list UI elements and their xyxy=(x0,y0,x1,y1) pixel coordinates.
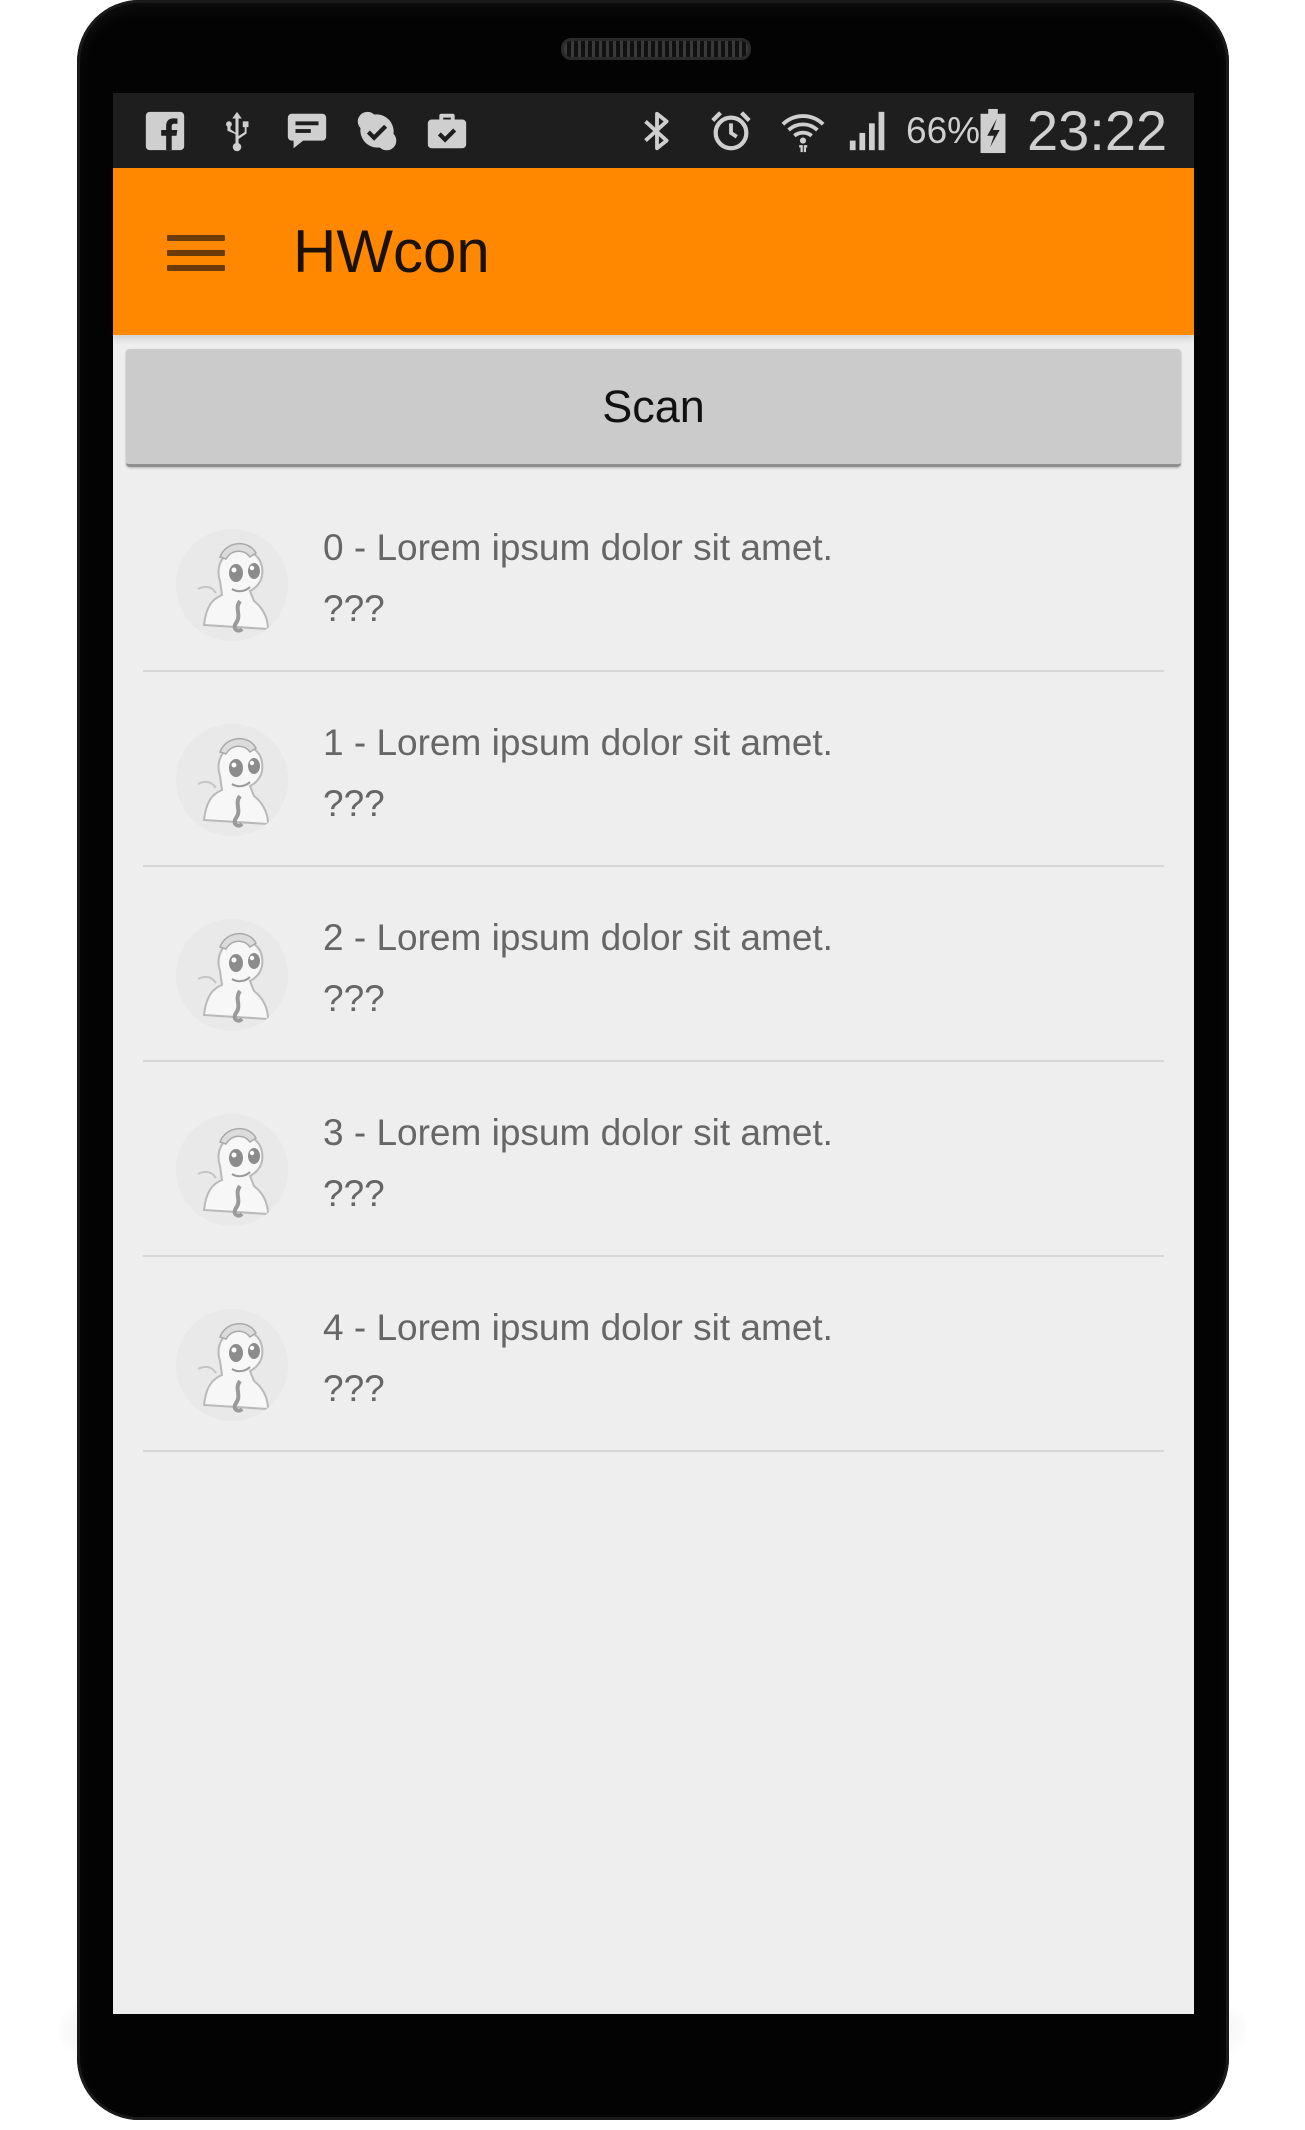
wifi-icon xyxy=(777,103,829,159)
scan-button[interactable]: Scan xyxy=(126,349,1181,467)
item-subtitle: ??? xyxy=(323,588,385,629)
app-bar: HWcon xyxy=(113,168,1194,335)
pony-avatar xyxy=(176,724,288,836)
list-item[interactable]: 3 - Lorem ipsum dolor sit amet.??? xyxy=(143,1062,1164,1257)
bluetooth-icon xyxy=(631,103,683,159)
battery-percent: 66% xyxy=(906,110,981,151)
skype-icon xyxy=(351,103,403,159)
device-screen: 66% 23:22 HWcon Scan 0 - Lorem ipsum dol… xyxy=(113,93,1194,2014)
battery-charging-icon xyxy=(973,103,1013,159)
earpiece-speaker xyxy=(561,38,751,60)
list-item[interactable]: 2 - Lorem ipsum dolor sit amet.??? xyxy=(143,867,1164,1062)
clock-time: 23:22 xyxy=(1027,99,1168,162)
item-title: 2 - Lorem ipsum dolor sit amet. xyxy=(323,917,833,958)
pony-avatar xyxy=(176,1114,288,1226)
device-list: 0 - Lorem ipsum dolor sit amet.??? 1 - Lo… xyxy=(143,477,1164,1452)
list-item[interactable]: 0 - Lorem ipsum dolor sit amet.??? xyxy=(143,477,1164,672)
list-item[interactable]: 4 - Lorem ipsum dolor sit amet.??? xyxy=(143,1257,1164,1452)
pony-avatar xyxy=(176,919,288,1031)
item-subtitle: ??? xyxy=(323,783,385,824)
hamburger-menu-icon[interactable] xyxy=(161,223,231,283)
item-title: 0 - Lorem ipsum dolor sit amet. xyxy=(323,527,833,568)
item-title: 1 - Lorem ipsum dolor sit amet. xyxy=(323,722,833,763)
app-title: HWcon xyxy=(293,218,490,285)
pony-avatar xyxy=(176,1309,288,1421)
signal-icon xyxy=(843,103,895,159)
item-subtitle: ??? xyxy=(323,1368,385,1409)
pony-avatar xyxy=(176,529,288,641)
item-title: 3 - Lorem ipsum dolor sit amet. xyxy=(323,1112,833,1153)
alarm-icon xyxy=(705,103,757,159)
usb-icon xyxy=(211,103,263,159)
item-title: 4 - Lorem ipsum dolor sit amet. xyxy=(323,1307,833,1348)
status-bar: 66% 23:22 xyxy=(113,93,1194,168)
item-subtitle: ??? xyxy=(323,1173,385,1214)
chat-icon xyxy=(281,103,333,159)
briefcase-check-icon xyxy=(421,103,473,159)
list-item[interactable]: 1 - Lorem ipsum dolor sit amet.??? xyxy=(143,672,1164,867)
facebook-icon xyxy=(139,103,191,159)
item-subtitle: ??? xyxy=(323,978,385,1019)
